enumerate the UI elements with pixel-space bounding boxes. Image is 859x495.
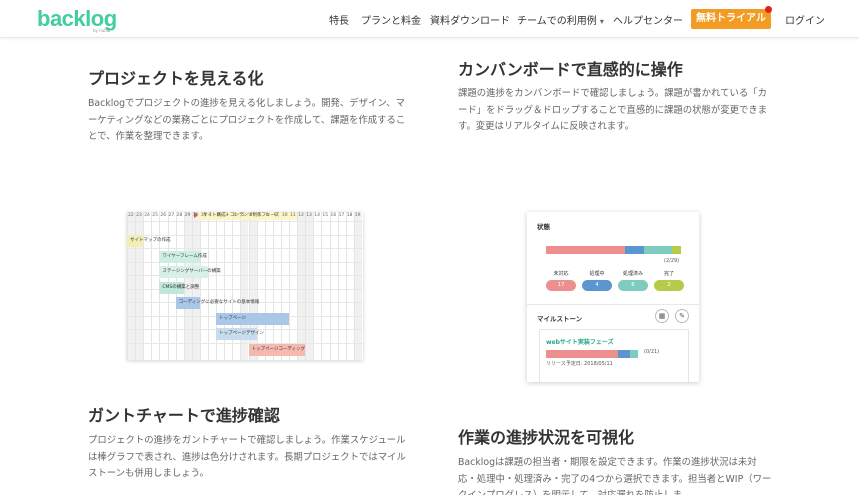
- milestone-date: リリース予定日: 2018/05/11: [546, 361, 613, 367]
- section-body-projects: Backlogでプロジェクトの進捗を見える化しましょう。開発、デザイン、マーケテ…: [88, 98, 406, 142]
- gantt-day-number: 13: [306, 213, 312, 218]
- site-header: backlog by nulab 特長 プランと料金 資料ダウンロード チームで…: [0, 0, 859, 38]
- gantt-day-number: 23: [136, 213, 142, 218]
- gantt-task-bar: サイトマップの作成: [127, 235, 171, 247]
- gantt-day-number: 9: [273, 213, 277, 218]
- status-label: 完了: [663, 271, 674, 277]
- section-title-progress: 作業の進捗状況を可視化: [458, 428, 635, 447]
- milestone-seg-resolved: [629, 350, 638, 358]
- gantt-day-number: 8: [265, 213, 269, 218]
- gantt-day-number: 18: [346, 213, 353, 218]
- gantt-day-number: 17: [338, 213, 345, 218]
- section-body-progress: Backlogは課題の担当者・期限を設定できます。作業の進捗状況は未対応・処理中…: [458, 457, 772, 495]
- gantt-task-bar: CMSの構築と調整: [159, 281, 199, 294]
- notification-dot: [765, 6, 772, 13]
- nav-team-usage[interactable]: チームでの利用例 ▾: [517, 12, 604, 27]
- gantt-chart-illustration: サイト構成・コンテンツ制作フェーズ 22 23 24 25 26 27 28 29 30 31 1 2…: [127, 212, 363, 360]
- gantt-day-number: 11: [290, 213, 296, 218]
- gantt-row-line: [127, 342, 363, 344]
- backlog-logo[interactable]: backlog by nulab: [37, 6, 117, 34]
- calendar-icon[interactable]: ▦: [655, 309, 669, 323]
- gantt-task-bar: ワイヤーフレーム作成: [159, 250, 207, 263]
- gantt-day-number: 19: [354, 213, 361, 218]
- status-count-pill[interactable]: 6: [618, 280, 648, 291]
- free-trial-button[interactable]: 無料トライアル: [691, 9, 771, 29]
- status-label: 処理中: [589, 271, 605, 277]
- milestone-count: (0/21): [644, 349, 660, 355]
- gantt-day-number: 27: [168, 213, 175, 218]
- milestone-seg-progress: [617, 350, 630, 358]
- gantt-day-number: 29: [184, 213, 191, 218]
- status-count: (2/29): [664, 258, 680, 264]
- gantt-day-number: 22: [128, 213, 134, 218]
- gantt-day-number: 6: [249, 213, 253, 218]
- pencil-icon[interactable]: ✎: [675, 309, 689, 323]
- gantt-day-number: 14: [314, 213, 321, 218]
- section-title-gantt: ガントチャートで進捗確認: [88, 406, 280, 425]
- gantt-task-bar: トップページコーディング: [248, 343, 306, 356]
- status-count-pill[interactable]: 4: [582, 280, 612, 291]
- status-progress-bar: [546, 246, 681, 254]
- nav-features[interactable]: 特長: [329, 12, 349, 27]
- milestone-title: マイルストーン: [537, 315, 583, 323]
- status-segment: [671, 246, 681, 254]
- gantt-day-number: 4: [233, 213, 237, 218]
- nav-team-usage-label: チームでの利用例: [517, 16, 597, 27]
- status-title: 状態: [537, 223, 550, 231]
- gantt-row-line: [127, 221, 363, 222]
- milestone-seg-open: [546, 350, 618, 358]
- gantt-task-bar: トップページデザイン: [216, 328, 264, 340]
- gantt-task-bar: ステージングサーバーの構築: [159, 266, 221, 278]
- status-count-pill[interactable]: 17: [546, 280, 576, 291]
- chevron-down-icon: ▾: [599, 17, 604, 26]
- nav-docs[interactable]: 資料ダウンロード: [430, 12, 510, 27]
- nav-help[interactable]: ヘルプセンター: [613, 12, 683, 27]
- gantt-task-bar: コーディングに必要なサイトの基本情報: [175, 297, 259, 309]
- gantt-row-line: [127, 248, 363, 249]
- gantt-day-number: 25: [152, 213, 159, 218]
- status-label: 処理済み: [622, 271, 643, 277]
- gantt-day-number: 28: [176, 213, 183, 218]
- gantt-task-bar: トップページ: [216, 312, 289, 325]
- gantt-row-line: [127, 234, 363, 236]
- section-title-kanban: カンバンボードで直感的に操作: [458, 60, 683, 79]
- status-board-illustration: 状態 (2/29) マイルストーン ▦ ✎ webサイト実装フェーズ (0/21…: [527, 212, 699, 382]
- status-count-pill[interactable]: 2: [654, 280, 684, 291]
- gantt-day-number: 7: [257, 213, 261, 218]
- gantt-day-number: 16: [330, 213, 337, 218]
- gantt-day-number: 5: [241, 213, 245, 218]
- gantt-day-number: 3: [225, 213, 229, 218]
- milestone-card[interactable]: webサイト実装フェーズ (0/21) リリース予定日: 2018/05/11: [539, 329, 689, 382]
- gantt-day-number: 24: [144, 213, 150, 218]
- board-divider: [527, 304, 699, 305]
- milestone-progress-bar: [546, 350, 638, 358]
- gantt-day-number: 15: [322, 213, 329, 218]
- nav-plans[interactable]: プランと料金: [361, 12, 421, 27]
- status-segment: [546, 246, 626, 254]
- gantt-day-number: 31: [200, 213, 207, 218]
- gantt-day-number: 12: [298, 213, 304, 218]
- section-body-gantt: プロジェクトの進捗をガントチャートで確認しましょう。作業スケジュールは棒グラフで…: [88, 435, 406, 479]
- gantt-day-number: 2: [217, 213, 220, 218]
- gantt-day-number: 1: [209, 213, 212, 218]
- gantt-day-number: 30: [192, 213, 199, 218]
- section-title-projects: プロジェクトを見える化: [88, 69, 264, 88]
- gantt-day-number: 26: [160, 213, 167, 218]
- status-segment: [625, 246, 644, 254]
- milestone-name: webサイト実装フェーズ: [546, 339, 614, 346]
- status-label: 未対応: [553, 271, 569, 277]
- section-body-kanban: 課題の進捗をカンバンボードで確認しましょう。課題が書かれている「カード」をドラッ…: [458, 88, 768, 132]
- logo-subtext: by nulab: [93, 28, 111, 33]
- gantt-day-number: 10: [281, 213, 288, 218]
- nav-login[interactable]: ログイン: [785, 12, 825, 27]
- status-segment: [643, 246, 672, 254]
